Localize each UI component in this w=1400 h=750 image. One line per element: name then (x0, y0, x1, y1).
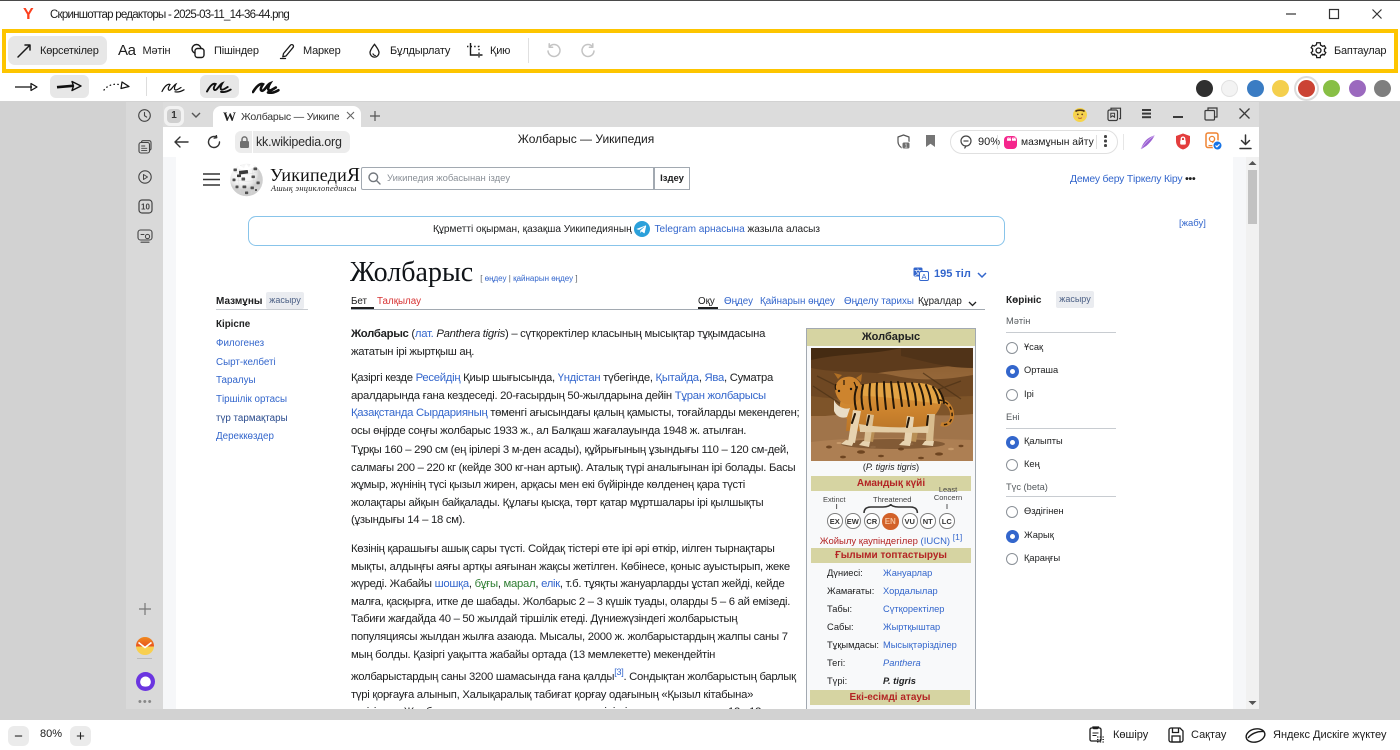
svg-text:A: A (921, 272, 926, 281)
svg-text:10: 10 (141, 203, 150, 212)
svg-text:1: 1 (904, 143, 907, 149)
